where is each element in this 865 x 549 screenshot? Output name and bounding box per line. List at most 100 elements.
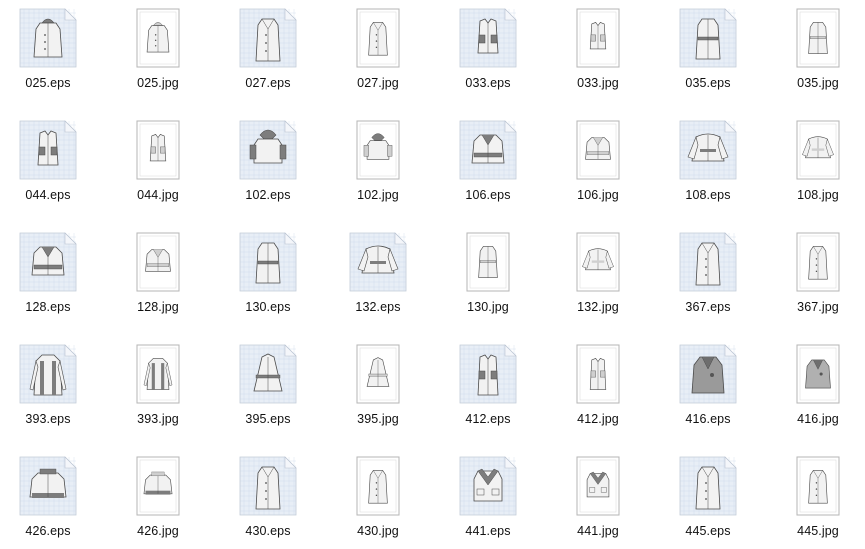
file-name-label: 106.eps: [465, 188, 511, 202]
file-name-label: 128.eps: [25, 300, 71, 314]
eps-file-icon[interactable]: [18, 8, 78, 68]
file-item[interactable]: 416.eps: [653, 336, 763, 436]
file-item[interactable]: 102.jpg: [323, 112, 433, 212]
jpg-file-icon[interactable]: [568, 456, 628, 516]
eps-file-icon[interactable]: [238, 232, 298, 292]
eps-file-icon[interactable]: [458, 344, 518, 404]
file-item[interactable]: 108.eps: [653, 112, 763, 212]
eps-file-icon[interactable]: [18, 120, 78, 180]
file-item[interactable]: 027.eps: [213, 0, 323, 100]
file-item[interactable]: 393.jpg: [103, 336, 213, 436]
jpg-file-icon[interactable]: [128, 8, 188, 68]
file-name-label: 430.eps: [245, 524, 291, 538]
eps-file-icon[interactable]: [238, 344, 298, 404]
file-item[interactable]: 393.eps: [0, 336, 103, 436]
eps-file-icon[interactable]: [18, 232, 78, 292]
jpg-file-icon[interactable]: [348, 120, 408, 180]
file-item[interactable]: 025.jpg: [103, 0, 213, 100]
file-item[interactable]: 367.jpg: [763, 224, 865, 324]
file-name-label: 395.jpg: [357, 412, 399, 426]
file-name-label: 412.jpg: [577, 412, 619, 426]
file-name-label: 130.eps: [245, 300, 291, 314]
jpg-file-icon[interactable]: [348, 8, 408, 68]
jpg-file-icon[interactable]: [348, 344, 408, 404]
file-name-label: 027.eps: [245, 76, 291, 90]
eps-file-icon[interactable]: [238, 456, 298, 516]
eps-file-icon[interactable]: [458, 8, 518, 68]
file-item[interactable]: 445.eps: [653, 448, 763, 548]
file-name-label: 416.eps: [685, 412, 731, 426]
file-item[interactable]: 367.eps: [653, 224, 763, 324]
eps-file-icon[interactable]: [678, 232, 738, 292]
eps-file-icon[interactable]: [458, 120, 518, 180]
file-name-label: 106.jpg: [577, 188, 619, 202]
file-name-label: 035.eps: [685, 76, 731, 90]
file-item[interactable]: 416.jpg: [763, 336, 865, 436]
file-name-label: 395.eps: [245, 412, 291, 426]
jpg-file-icon[interactable]: [788, 344, 848, 404]
eps-file-icon[interactable]: [678, 344, 738, 404]
file-name-label: 132.eps: [355, 300, 401, 314]
file-item[interactable]: 426.eps: [0, 448, 103, 548]
eps-file-icon[interactable]: [678, 456, 738, 516]
jpg-file-icon[interactable]: [568, 8, 628, 68]
file-name-label: 025.jpg: [137, 76, 179, 90]
file-item[interactable]: 035.jpg: [763, 0, 865, 100]
file-name-label: 445.eps: [685, 524, 731, 538]
file-item[interactable]: 130.eps: [213, 224, 323, 324]
file-item[interactable]: 412.eps: [433, 336, 543, 436]
jpg-file-icon[interactable]: [788, 8, 848, 68]
file-item[interactable]: 441.eps: [433, 448, 543, 548]
jpg-file-icon[interactable]: [788, 120, 848, 180]
file-item[interactable]: 044.eps: [0, 112, 103, 212]
file-item[interactable]: 441.jpg: [543, 448, 653, 548]
file-item[interactable]: 412.jpg: [543, 336, 653, 436]
file-item[interactable]: 108.jpg: [763, 112, 865, 212]
eps-file-icon[interactable]: [238, 8, 298, 68]
eps-file-icon[interactable]: [238, 120, 298, 180]
file-name-label: 416.jpg: [797, 412, 839, 426]
file-item[interactable]: 132.jpg: [543, 224, 653, 324]
eps-file-icon[interactable]: [678, 8, 738, 68]
file-item[interactable]: 106.eps: [433, 112, 543, 212]
file-name-label: 130.jpg: [467, 300, 509, 314]
eps-file-icon[interactable]: [18, 456, 78, 516]
jpg-file-icon[interactable]: [128, 232, 188, 292]
file-item[interactable]: 033.jpg: [543, 0, 653, 100]
eps-file-icon[interactable]: [678, 120, 738, 180]
file-item[interactable]: 106.jpg: [543, 112, 653, 212]
file-name-label: 102.eps: [245, 188, 291, 202]
file-item[interactable]: 128.jpg: [103, 224, 213, 324]
file-name-label: 445.jpg: [797, 524, 839, 538]
file-item[interactable]: 132.eps: [323, 224, 433, 324]
jpg-file-icon[interactable]: [568, 344, 628, 404]
file-item[interactable]: 102.eps: [213, 112, 323, 212]
eps-file-icon[interactable]: [18, 344, 78, 404]
file-item[interactable]: 395.jpg: [323, 336, 433, 436]
file-item[interactable]: 033.eps: [433, 0, 543, 100]
file-item[interactable]: 430.jpg: [323, 448, 433, 548]
jpg-file-icon[interactable]: [458, 232, 518, 292]
file-item[interactable]: 426.jpg: [103, 448, 213, 548]
file-item[interactable]: 035.eps: [653, 0, 763, 100]
jpg-file-icon[interactable]: [128, 456, 188, 516]
jpg-file-icon[interactable]: [128, 120, 188, 180]
jpg-file-icon[interactable]: [348, 456, 408, 516]
jpg-file-icon[interactable]: [568, 120, 628, 180]
file-item[interactable]: 395.eps: [213, 336, 323, 436]
file-name-label: 025.eps: [25, 76, 71, 90]
eps-file-icon[interactable]: [348, 232, 408, 292]
file-name-label: 132.jpg: [577, 300, 619, 314]
file-item[interactable]: 445.jpg: [763, 448, 865, 548]
jpg-file-icon[interactable]: [788, 232, 848, 292]
file-item[interactable]: 025.eps: [0, 0, 103, 100]
eps-file-icon[interactable]: [458, 456, 518, 516]
file-item[interactable]: 044.jpg: [103, 112, 213, 212]
jpg-file-icon[interactable]: [568, 232, 628, 292]
file-item[interactable]: 027.jpg: [323, 0, 433, 100]
file-item[interactable]: 128.eps: [0, 224, 103, 324]
file-item[interactable]: 430.eps: [213, 448, 323, 548]
file-item[interactable]: 130.jpg: [433, 224, 543, 324]
jpg-file-icon[interactable]: [788, 456, 848, 516]
jpg-file-icon[interactable]: [128, 344, 188, 404]
